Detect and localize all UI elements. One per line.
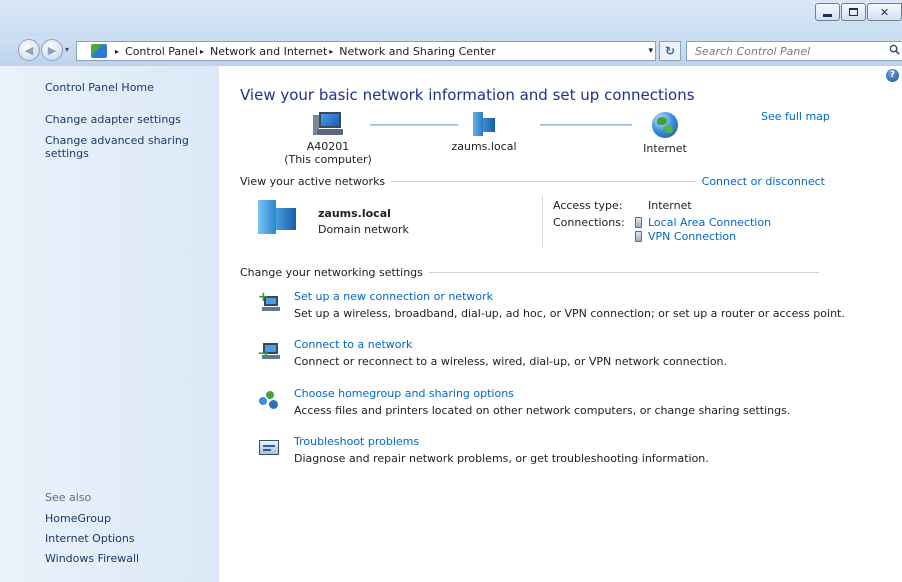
connect-or-disconnect-link[interactable]: Connect or disconnect: [702, 175, 825, 188]
homegroup-sharing-description: Access files and printers located on oth…: [294, 404, 791, 417]
homegroup-sharing-link[interactable]: Choose homegroup and sharing options: [294, 387, 514, 400]
search-box[interactable]: [686, 41, 902, 61]
close-button[interactable]: ✕: [867, 3, 902, 21]
breadcrumb-control-panel[interactable]: Control Panel: [125, 45, 198, 58]
windows-firewall-link[interactable]: Windows Firewall: [45, 552, 139, 565]
recent-pages-dropdown-icon[interactable]: ▾: [65, 45, 69, 54]
globe-icon: [652, 112, 678, 138]
title-bar: ✕: [0, 0, 902, 36]
maximize-icon: [849, 8, 858, 16]
map-node-this-computer: A40201 (This computer): [278, 112, 378, 166]
address-bar[interactable]: ▸ Control Panel ▸ Network and Internet ▸…: [76, 41, 656, 61]
map-node-internet: Internet: [630, 112, 700, 155]
vpn-connection-link[interactable]: VPN Connection: [648, 230, 736, 243]
breadcrumb-network-and-internet[interactable]: Network and Internet: [210, 45, 327, 58]
map-connector-line: [540, 124, 632, 126]
setup-connection-description: Set up a wireless, broadband, dial-up, a…: [294, 307, 845, 320]
connections-label: Connections:: [553, 216, 625, 229]
network-plug-icon: [635, 231, 642, 242]
address-toolbar: ◀ ▶ ▾ ▸ Control Panel ▸ Network and Inte…: [0, 36, 902, 66]
back-arrow-icon: ◀: [24, 43, 34, 57]
domain-network-icon: [469, 112, 499, 136]
back-button[interactable]: ◀: [18, 39, 40, 61]
breadcrumb-arrow-icon[interactable]: ▸: [115, 47, 119, 56]
active-network-name: zaums.local: [318, 207, 391, 220]
close-icon: ✕: [879, 5, 890, 19]
active-network-type[interactable]: Domain network: [318, 223, 409, 236]
troubleshoot-icon: [258, 437, 280, 459]
forward-arrow-icon: ▶: [47, 43, 57, 57]
connect-network-icon: →: [258, 340, 280, 362]
refresh-button[interactable]: ↻: [659, 41, 681, 61]
section-divider: [428, 272, 819, 273]
homegroup-link[interactable]: HomeGroup: [45, 512, 111, 525]
connection-item[interactable]: Local Area Connection: [635, 216, 771, 229]
domain-label: zaums.local: [451, 140, 517, 153]
map-node-domain: zaums.local: [436, 112, 532, 153]
this-computer-label: (This computer): [284, 153, 372, 166]
page-title: View your basic network information and …: [240, 86, 695, 104]
local-area-connection-link[interactable]: Local Area Connection: [648, 216, 771, 229]
breadcrumb-network-and-sharing-center[interactable]: Network and Sharing Center: [339, 45, 495, 58]
section-divider: [391, 181, 696, 182]
connect-to-network-description: Connect or reconnect to a wireless, wire…: [294, 355, 728, 368]
refresh-icon: ↻: [664, 44, 676, 58]
domain-network-icon: [258, 200, 298, 234]
change-adapter-settings-link[interactable]: Change adapter settings: [45, 113, 181, 126]
computer-name-label: A40201: [306, 140, 350, 153]
internet-options-link[interactable]: Internet Options: [45, 532, 135, 545]
control-panel-home-link[interactable]: Control Panel Home: [45, 81, 154, 94]
change-settings-header: Change your networking settings: [240, 266, 825, 279]
maximize-button[interactable]: [841, 3, 866, 21]
homegroup-icon: [258, 389, 280, 411]
connect-to-network-link[interactable]: Connect to a network: [294, 338, 412, 351]
change-advanced-sharing-settings-link[interactable]: Change advanced sharing settings: [45, 134, 195, 160]
see-also-heading: See also: [45, 491, 92, 504]
minimize-button[interactable]: [815, 3, 840, 21]
troubleshoot-problems-description: Diagnose and repair network problems, or…: [294, 452, 709, 465]
breadcrumb-arrow-icon[interactable]: ▸: [329, 47, 333, 56]
search-input[interactable]: [687, 43, 877, 59]
control-panel-icon: [91, 44, 107, 58]
forward-button[interactable]: ▶: [41, 39, 63, 61]
active-networks-header: View your active networks Connect or dis…: [240, 175, 825, 188]
access-type-value: Internet: [648, 199, 692, 212]
address-dropdown-icon[interactable]: ▾: [648, 46, 653, 56]
active-networks-title: View your active networks: [240, 175, 386, 188]
internet-label: Internet: [643, 142, 687, 155]
help-icon[interactable]: ?: [886, 69, 899, 82]
connection-item[interactable]: VPN Connection: [635, 230, 736, 243]
setup-connection-link[interactable]: Set up a new connection or network: [294, 290, 493, 303]
breadcrumb-arrow-icon[interactable]: ▸: [200, 47, 204, 56]
vertical-divider: [542, 196, 543, 248]
change-settings-title: Change your networking settings: [240, 266, 423, 279]
search-icon[interactable]: [889, 44, 900, 55]
minimize-icon: [823, 13, 832, 17]
access-type-label: Access type:: [553, 199, 623, 212]
new-connection-icon: +: [258, 291, 280, 314]
troubleshoot-problems-link[interactable]: Troubleshoot problems: [294, 435, 419, 448]
see-full-map-link[interactable]: See full map: [761, 110, 830, 123]
computer-icon: [313, 112, 343, 136]
network-plug-icon: [635, 217, 642, 228]
left-navigation-pane: Control Panel Home Change adapter settin…: [0, 66, 219, 582]
